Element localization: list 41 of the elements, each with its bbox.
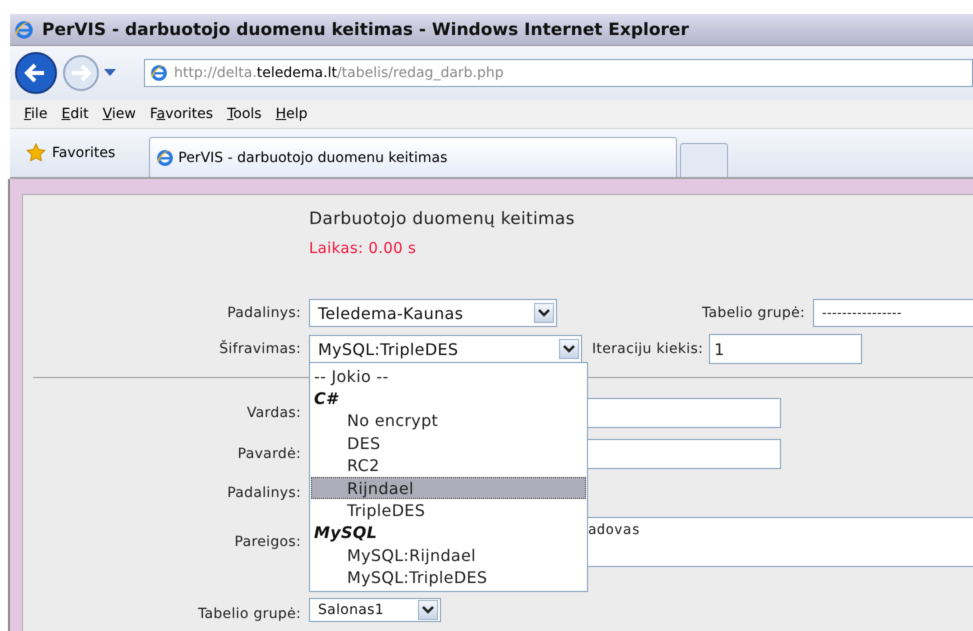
back-button[interactable] [14,51,58,95]
menu-item[interactable]: Help [272,104,318,124]
option-group-label: MySQL [313,522,378,544]
ie-icon [14,20,34,40]
window-title: PerVIS - darbuotojo duomenu keitimas - Windows Internet Explorer [42,20,689,40]
dropdown-option[interactable]: RC2 [311,454,586,477]
select-field[interactable]: Teledema-Kaunas [309,299,557,327]
page-heading: Darbuotojo duomenų keitimas [309,208,575,229]
browser-tab[interactable]: PerVIS - darbuotojo duomenu keitimas [149,137,678,177]
menu-item[interactable]: Tools [223,104,272,124]
ie-icon [156,148,174,166]
input-field[interactable]: 1 [709,334,862,364]
dropdown-option[interactable]: MySQL:Rijndael [311,544,586,567]
url-text: http://delta.teledema.lt/tabelis/redag_darb.php [174,65,504,81]
field-label: Šifravimas: [218,341,302,357]
field-label: Padalinys: [226,305,302,321]
menu-item[interactable]: File [20,104,58,124]
field-label: Tabelio grupė: [702,305,806,321]
select-field[interactable]: Salonas1 [309,598,441,622]
timing-text: Laikas: 0.00 s [309,239,416,257]
menu-item[interactable]: View [98,104,146,124]
field-label: Iteraciju kiekis: [592,341,704,357]
dropdown-option[interactable]: No encrypt [311,410,586,432]
dropdown-option[interactable]: -- Jokio -- [311,365,586,388]
dropdown-option[interactable]: MySQL:TripleDES [311,566,586,589]
select-field[interactable]: ---------------- [813,299,973,327]
field-label: Tabelio grupė: [196,606,302,622]
field-label: Vardas: [246,404,302,420]
favorites-button[interactable]: Favorites [20,142,122,164]
menu-item[interactable]: Edit [57,104,99,124]
history-dropdown-button[interactable] [104,69,116,77]
field-label: Pareigos: [233,534,302,550]
dropdown-option[interactable]: DES [311,432,586,455]
address-field[interactable]: http://delta.teledema.lt/tabelis/redag_darb.php [144,59,973,87]
option-group-label: C# [313,388,340,410]
ie-page-icon [150,64,168,82]
field-label: Pavardė: [236,446,302,462]
star-icon [26,143,46,163]
menu-item[interactable]: Favorites [146,104,224,124]
dropdown-option[interactable]: Rijndael [311,476,586,500]
field-label: Padalinys: [226,485,302,501]
